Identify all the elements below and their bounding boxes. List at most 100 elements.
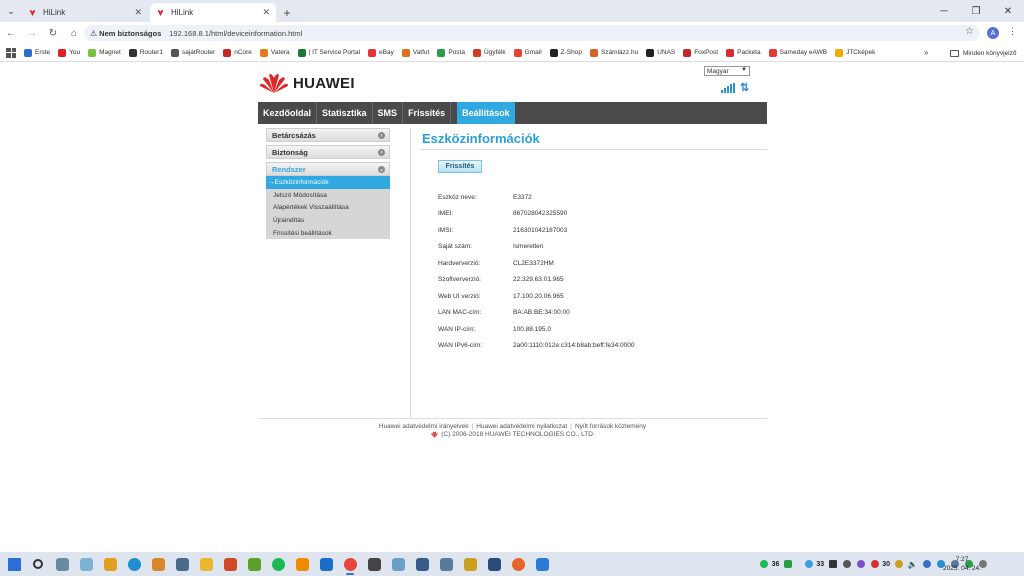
bookmark-item[interactable]: Z-Shop xyxy=(549,48,582,57)
calculator-icon xyxy=(175,557,189,571)
taskbar-folder-icon[interactable] xyxy=(194,552,218,576)
sidebar-item-restore-defaults[interactable]: Alapértékek Visszaállítása xyxy=(266,201,390,214)
bookmark-item[interactable]: nCore xyxy=(223,48,252,57)
bookmark-item[interactable]: FoxPost xyxy=(683,48,718,57)
address-bar[interactable]: ⚠ Nem biztonságos 192.168.8.1/html/devic… xyxy=(84,25,980,41)
new-tab-button[interactable]: + xyxy=(278,3,296,22)
restore-icon[interactable]: ❐ xyxy=(960,0,992,22)
tray-app-icon[interactable] xyxy=(921,559,932,569)
tab-close-icon[interactable]: ✕ xyxy=(262,7,270,18)
footer-links: Huawei adatvédelmi irányelvek | Huawei ada… xyxy=(378,423,647,430)
taskbar-app-icon[interactable] xyxy=(362,552,386,576)
taskbar-app-icon[interactable] xyxy=(218,552,242,576)
bookmark-item[interactable]: You xyxy=(58,48,80,57)
all-bookmarks-folder[interactable]: Minden könyvjelző xyxy=(950,44,1016,61)
bookmark-item[interactable]: sajátRouter xyxy=(170,48,215,57)
sidebar-section-dialup[interactable]: Betárcsázás › xyxy=(266,128,390,142)
bookmark-item[interactable]: Gmail xyxy=(513,48,542,57)
taskbar-firefox-icon[interactable] xyxy=(506,552,530,576)
bookmark-item[interactable]: Posta xyxy=(437,48,465,57)
taskbar-spotify-icon[interactable] xyxy=(266,552,290,576)
taskbar-app-icon[interactable] xyxy=(146,552,170,576)
privacy-statement-link[interactable]: Huawei adatvédelmi nyilatkozat xyxy=(476,423,567,430)
nav-settings[interactable]: Beállítások xyxy=(457,102,515,124)
taskbar-app-icon[interactable] xyxy=(386,552,410,576)
nav-home[interactable]: Kezdőoldal xyxy=(258,102,318,124)
reload-icon[interactable]: ↻ xyxy=(43,23,63,43)
open-source-notice-link[interactable]: Nyílt források közlemény xyxy=(575,423,646,430)
language-select[interactable]: Magyar ▼ xyxy=(704,66,750,76)
bookmark-favicon-icon xyxy=(437,48,446,57)
nav-update[interactable]: Frissítés xyxy=(403,102,452,124)
url-text[interactable]: 192.168.8.1/html/deviceinformation.html xyxy=(169,29,302,38)
bookmarks-more-icon[interactable]: » xyxy=(924,48,928,57)
bookmark-item[interactable]: UNAS xyxy=(646,48,675,57)
nav-sms[interactable]: SMS xyxy=(373,102,404,124)
back-arrow-icon[interactable]: ← xyxy=(1,23,21,43)
tray-app-icon[interactable] xyxy=(827,559,838,569)
taskbar-search-icon[interactable] xyxy=(26,552,50,576)
forward-arrow-icon[interactable]: → xyxy=(22,23,42,43)
volume-icon[interactable]: 🔈 xyxy=(907,559,918,569)
taskbar-chrome-icon[interactable] xyxy=(338,552,362,576)
bookmark-star-icon[interactable]: ☆ xyxy=(965,26,974,37)
taskbar-app-icon[interactable] xyxy=(50,552,74,576)
bookmark-label: | IT Service Portal xyxy=(308,49,361,56)
bookmark-item[interactable]: eBay xyxy=(368,48,394,57)
sidebar-section-security[interactable]: Biztonság › xyxy=(266,145,390,159)
taskbar-app-icon[interactable] xyxy=(74,552,98,576)
sidebar-item-reboot[interactable]: Újraindítás xyxy=(266,214,390,227)
privacy-policy-link[interactable]: Huawei adatvédelmi irányelvek xyxy=(379,423,469,430)
security-status[interactable]: Nem biztonságos xyxy=(99,29,161,38)
bookmark-item[interactable]: | IT Service Portal xyxy=(297,48,361,57)
tray-app-icon[interactable] xyxy=(759,559,770,569)
refresh-button[interactable]: Frissítés xyxy=(438,160,482,173)
tab-search-icon[interactable]: ⌄ xyxy=(0,0,22,22)
tab-close-icon[interactable]: ✕ xyxy=(134,7,142,18)
sidebar-item-device-info[interactable]: → Eszközinformációk xyxy=(266,176,390,189)
tray-app-icon[interactable] xyxy=(841,559,852,569)
taskbar-app-icon[interactable] xyxy=(410,552,434,576)
taskbar-app-icon[interactable] xyxy=(482,552,506,576)
taskbar-app-icon[interactable] xyxy=(434,552,458,576)
bookmark-item[interactable]: Erste xyxy=(24,48,50,57)
home-icon[interactable]: ⌂ xyxy=(64,23,84,43)
tray-app-icon[interactable] xyxy=(893,559,904,569)
taskbar-calculator-icon[interactable] xyxy=(170,552,194,576)
browser-menu-icon[interactable]: ⋮ xyxy=(1008,26,1017,37)
browser-tab-1[interactable]: HiLink ✕ xyxy=(22,3,148,22)
bookmark-item[interactable]: Router1 xyxy=(128,48,163,57)
bookmark-item[interactable]: Vatfut xyxy=(401,48,429,57)
taskbar-app-icon[interactable] xyxy=(458,552,482,576)
info-value: Ismeretlen xyxy=(513,243,544,251)
bookmark-item[interactable]: Vatera xyxy=(259,48,290,57)
tray-app-icon[interactable] xyxy=(855,559,866,569)
taskbar-vlc-icon[interactable] xyxy=(290,552,314,576)
bookmark-item[interactable]: JTCképek xyxy=(835,48,875,57)
browser-tab-2[interactable]: HiLink ✕ xyxy=(150,3,276,22)
tray-shield-icon[interactable] xyxy=(782,559,793,569)
taskbar-app-icon[interactable] xyxy=(530,552,554,576)
taskbar-app-icon[interactable] xyxy=(242,552,266,576)
taskbar-app-icon[interactable] xyxy=(314,552,338,576)
taskbar-clock[interactable]: 7:27 2025. 04. 24. xyxy=(942,555,982,573)
bookmark-item[interactable]: Packeta xyxy=(726,48,761,57)
sidebar-item-update-settings[interactable]: Frissítési beállítások xyxy=(266,227,390,240)
bookmark-item[interactable]: Ügyfélk xyxy=(472,48,506,57)
tray-cloud-icon[interactable] xyxy=(803,559,814,569)
apps-grid-icon[interactable] xyxy=(6,47,16,58)
taskbar-app-icon[interactable] xyxy=(98,552,122,576)
taskbar-windows-start-icon[interactable] xyxy=(2,552,26,576)
sidebar-item-change-password[interactable]: Jelszó Módosítása xyxy=(266,189,390,202)
tray-app-icon[interactable] xyxy=(869,559,880,569)
taskbar-edge-icon[interactable] xyxy=(122,552,146,576)
bookmark-item[interactable]: Magnet xyxy=(88,48,121,57)
profile-avatar[interactable]: A xyxy=(987,27,999,39)
sidebar-section-system[interactable]: Rendszer ⌄ xyxy=(266,162,390,176)
firefox-icon xyxy=(511,557,525,571)
minimize-icon[interactable]: ─ xyxy=(928,0,960,22)
bookmark-item[interactable]: Számlázz.hu xyxy=(589,48,638,57)
bookmark-item[interactable]: Sameday eAWB xyxy=(768,48,827,57)
nav-statistics[interactable]: Statisztika xyxy=(317,102,373,124)
close-window-icon[interactable]: ✕ xyxy=(992,0,1024,22)
